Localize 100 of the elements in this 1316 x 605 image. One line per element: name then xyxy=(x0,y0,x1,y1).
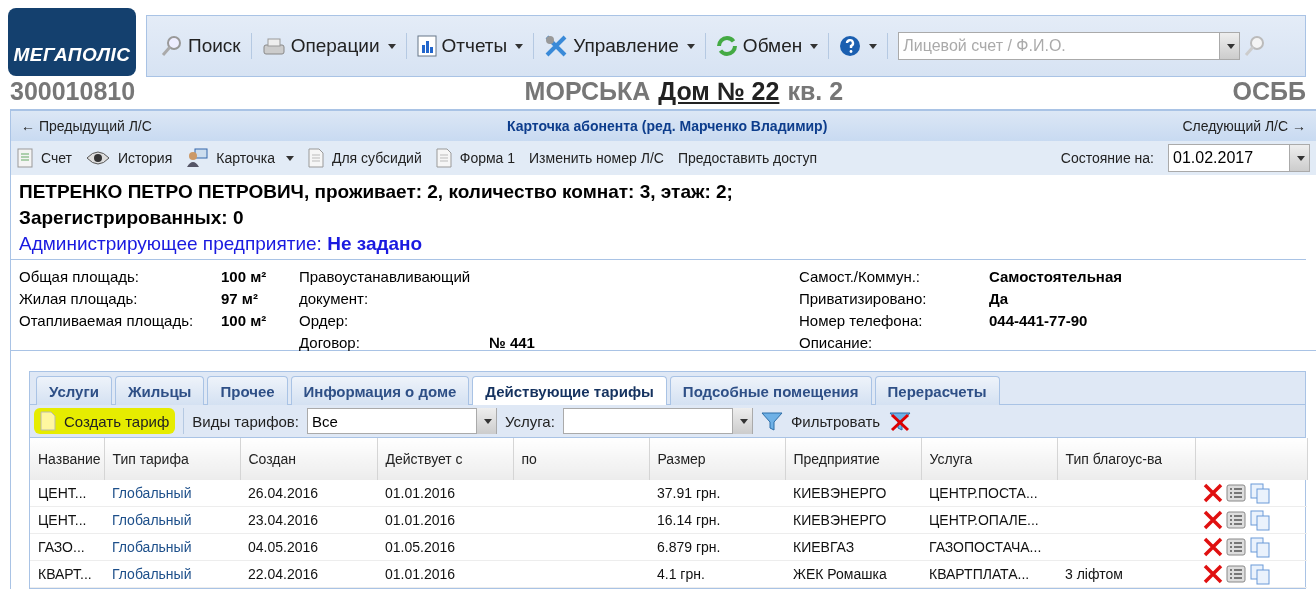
tab[interactable]: Подсобные помещения xyxy=(669,376,872,405)
clear-filter-icon[interactable] xyxy=(888,410,913,432)
tab[interactable]: Жильцы xyxy=(114,376,205,405)
dropdown-button[interactable] xyxy=(1219,33,1240,59)
delete-icon[interactable] xyxy=(1203,537,1223,557)
field-value: № 441 xyxy=(489,333,536,353)
filter-button[interactable]: Фильтровать xyxy=(760,410,881,432)
caret-icon xyxy=(515,43,524,49)
caret-icon xyxy=(869,43,878,49)
toolbar-button[interactable]: История xyxy=(86,150,173,166)
account-number: 300010810 xyxy=(10,77,136,106)
table-cell: 01.05.2016 xyxy=(385,539,456,555)
field-label: Правоустанавливающий документ: xyxy=(299,267,472,309)
dropdown-button[interactable] xyxy=(475,408,496,434)
street-name: МОРСЬКА xyxy=(524,77,651,106)
caret-icon xyxy=(483,418,492,424)
column-header[interactable]: Размер xyxy=(649,438,785,480)
table-cell: ЦЕНТР.ПОСТА... xyxy=(929,485,1038,501)
toolbar-button[interactable]: Форма 1 xyxy=(435,148,516,168)
caret-icon xyxy=(1227,43,1236,49)
table-cell: 01.01.2016 xyxy=(385,512,456,528)
tab[interactable]: Услуги xyxy=(36,376,112,405)
table-cell: 6.879 грн. xyxy=(657,539,721,555)
funnel-icon xyxy=(760,410,783,432)
tariff-type-link[interactable]: Глобальный xyxy=(112,485,192,501)
date-picker[interactable]: 01.02.2017 xyxy=(1168,144,1310,172)
eye-icon xyxy=(86,150,110,166)
table-cell: 01.01.2016 xyxy=(385,485,456,501)
column-header[interactable]: по xyxy=(513,438,649,480)
column-header[interactable]: Создан xyxy=(240,438,377,480)
resident-summary: ПЕТРЕНКО ПЕТРО ПЕТРОВИЧ, проживает: 2, количество комнат: 3, этаж: 2; xyxy=(19,180,734,204)
receipt-icon xyxy=(17,148,33,168)
previous-account-link[interactable]: ← Предыдущий Л/С xyxy=(21,118,152,134)
caret-icon xyxy=(285,155,294,161)
column-header[interactable]: Тип благоус-ва xyxy=(1057,438,1195,480)
document-icon xyxy=(435,148,452,168)
menu-item[interactable]: Поиск xyxy=(155,26,247,66)
field-label: Жилая площадь: xyxy=(19,289,139,309)
tariff-type-label: Виды тарифов: xyxy=(192,412,299,430)
next-account-link[interactable]: Следующий Л/С → xyxy=(1182,118,1306,134)
logo-text: МЕГАПОЛІС xyxy=(13,44,131,66)
table-cell: КИЕВГАЗ xyxy=(793,539,855,555)
chart-icon xyxy=(416,35,437,57)
dropdown-button[interactable] xyxy=(731,408,752,434)
menu-item[interactable]: Обмен xyxy=(709,26,825,66)
list-icon[interactable] xyxy=(1226,565,1246,583)
table-cell: ЦЕНТ... xyxy=(38,485,87,501)
delete-icon[interactable] xyxy=(1203,564,1223,584)
caret-icon xyxy=(739,418,748,424)
list-icon[interactable] xyxy=(1226,511,1246,529)
house-link[interactable]: Дом № 22 xyxy=(658,77,780,106)
tab[interactable]: Информация о доме xyxy=(290,376,470,405)
table-cell: 4.1 грн. xyxy=(657,566,705,582)
field-label: Общая площадь: xyxy=(19,267,141,287)
delete-icon[interactable] xyxy=(1203,510,1223,530)
tools-icon xyxy=(544,34,569,58)
toolbar-button[interactable]: Изменить номер Л/С xyxy=(529,150,664,166)
document-icon xyxy=(307,148,324,168)
field-value: Да xyxy=(989,289,1010,309)
column-header[interactable]: Действует с xyxy=(377,438,513,480)
logo[interactable]: МЕГАПОЛІС xyxy=(8,8,136,76)
menu-item[interactable]: Операции xyxy=(255,26,402,66)
registered-count: Зарегистрированных: 0 xyxy=(19,206,245,230)
tab[interactable]: Прочее xyxy=(207,376,288,405)
tab[interactable]: Действующие тарифы xyxy=(472,376,667,405)
table-cell: ГАЗОПОСТАЧА... xyxy=(929,539,1042,555)
menu-item[interactable]: Отчеты xyxy=(410,26,530,66)
toolbar-button[interactable]: Предоставить доступ xyxy=(677,150,818,166)
toolbar-button[interactable]: Карточка xyxy=(186,148,294,168)
toolbar-button[interactable]: Счет xyxy=(17,148,72,168)
create-tariff-button[interactable]: Создать тариф xyxy=(34,408,176,434)
table-cell: 26.04.2016 xyxy=(248,485,319,501)
help-icon xyxy=(839,35,862,57)
list-icon[interactable] xyxy=(1226,484,1246,502)
list-icon[interactable] xyxy=(1226,538,1246,556)
column-header[interactable]: Предприятие xyxy=(785,438,921,480)
menu-item[interactable]: Управление xyxy=(538,26,701,66)
tariff-type-link[interactable]: Глобальный xyxy=(112,512,192,528)
table-cell: КВАРТ... xyxy=(38,566,92,582)
search-icon xyxy=(161,35,183,57)
cash-register-icon xyxy=(261,36,286,56)
caret-icon xyxy=(1297,155,1305,161)
delete-icon[interactable] xyxy=(1203,483,1223,503)
dropdown-button[interactable] xyxy=(1289,145,1309,171)
column-header[interactable]: Тип тарифа xyxy=(104,438,240,480)
table-cell: ЖЕК Ромашка xyxy=(793,566,887,582)
column-header[interactable]: Услуга xyxy=(921,438,1057,480)
tariff-type-link[interactable]: Глобальный xyxy=(112,539,192,555)
tariff-type-dropdown[interactable]: Все xyxy=(306,408,497,434)
table-cell: ЦЕНТР.ОПАЛЕ... xyxy=(929,512,1039,528)
table-cell: 37.91 грн. xyxy=(657,485,721,501)
column-header[interactable]: Название xyxy=(30,438,104,480)
field-label: Ордер: xyxy=(299,311,350,331)
tariff-type-link[interactable]: Глобальный xyxy=(112,566,192,582)
toolbar-button[interactable]: Для субсидий xyxy=(307,148,422,168)
table-cell: КВАРТПЛАТА... xyxy=(929,566,1030,582)
table-cell: 23.04.2016 xyxy=(248,512,319,528)
table-cell: ЦЕНТ... xyxy=(38,512,87,528)
tab[interactable]: Перерасчеты xyxy=(874,376,1000,405)
table-cell: 01.01.2016 xyxy=(385,566,456,582)
